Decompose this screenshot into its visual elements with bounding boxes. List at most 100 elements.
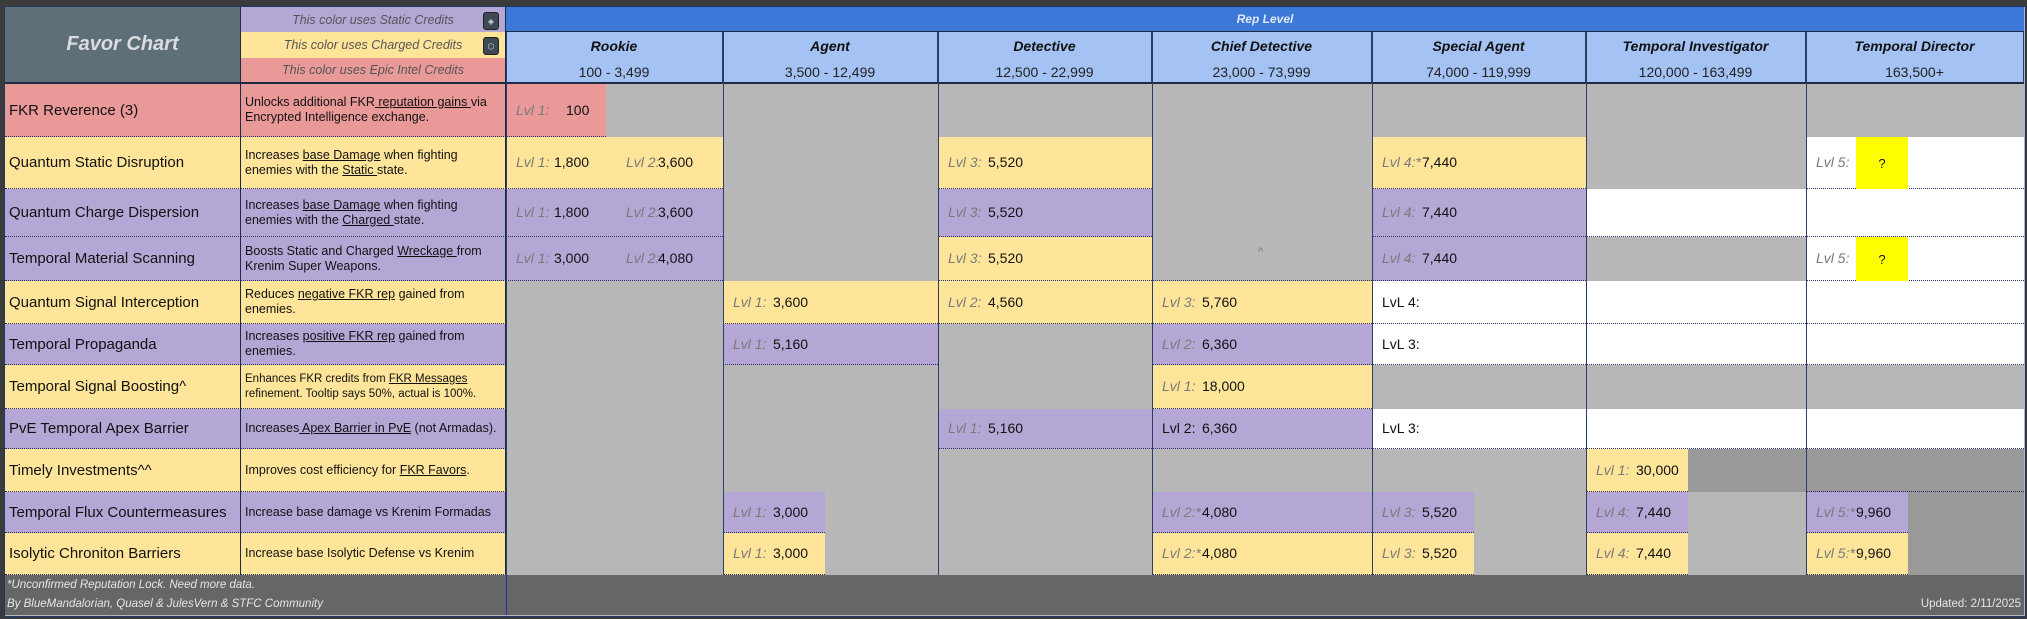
description-part: (not Armadas). xyxy=(411,421,497,435)
rank-name: Special Agent xyxy=(1432,38,1525,54)
level-cost: 5,760 xyxy=(1202,293,1238,310)
level-cost: 7,440 xyxy=(1636,503,1672,520)
level-label: Lvl 1: xyxy=(516,101,550,118)
level-label: Lvl 2: xyxy=(948,293,982,310)
level-cell: Lvl 3: 5,520 xyxy=(938,237,1152,281)
level-label: Lvl 3: xyxy=(948,204,982,220)
description-link: negative FKR rep xyxy=(297,287,396,301)
row-name: PvE Temporal Apex Barrier xyxy=(5,409,241,449)
description-text: Increase base damage vs Krenim Formadas xyxy=(245,505,491,520)
level-label: Lvl 2: xyxy=(1162,335,1196,352)
rank-range: 12,500 - 22,999 xyxy=(995,64,1094,80)
level-cell: LvL 3: xyxy=(1372,409,1586,449)
rank-range: 100 - 3,499 xyxy=(578,64,650,80)
level-label: Lvl 4: xyxy=(1596,545,1630,561)
level-cell xyxy=(1806,324,2024,365)
rank-name: Temporal Investigator xyxy=(1622,38,1769,54)
row-name: Quantum Charge Dispersion xyxy=(5,189,241,237)
row-description: Improves cost efficiency for FKR Favors. xyxy=(241,449,506,492)
description-text: Enhances FKR credits from FKR Messages r… xyxy=(245,372,501,402)
level-label: Lvl 1: xyxy=(516,154,550,170)
rank-name: Agent xyxy=(810,38,850,54)
level-cell xyxy=(1586,281,1806,324)
level-cell: LvL 4: xyxy=(1372,281,1586,324)
rank-name: Chief Detective xyxy=(1210,38,1313,54)
description-link: base Damage xyxy=(302,147,381,162)
level-label: Lvl 3: xyxy=(1382,503,1416,520)
rank-header: Temporal Investigator 120,000 - 163,499 xyxy=(1586,32,1806,84)
level-cell: Lvl 3: 5,520 xyxy=(1372,533,1474,575)
level-cost: 100 xyxy=(566,101,590,118)
level-cost: 4,560 xyxy=(988,293,1024,310)
level-cost: 18,000 xyxy=(1202,378,1245,394)
description-part: Increases xyxy=(245,329,303,343)
level-cell: Lvl 1: 30,000 xyxy=(1586,449,1688,492)
level-cost: 4,080 xyxy=(658,250,694,266)
level-cost: 7,440 xyxy=(1636,545,1672,561)
row-name: Timely Investments^^ xyxy=(5,449,241,492)
level-cell: Lvl 1: 18,000 xyxy=(1152,365,1372,409)
row-name: Quantum Signal Interception xyxy=(5,281,241,324)
level-cell: Lvl 2: 6,360 xyxy=(1152,409,1372,449)
legend-text: This color uses Epic Intel Credits xyxy=(281,63,464,77)
level-cell: Lvl 5:? xyxy=(1806,137,2024,189)
description-part: state. xyxy=(393,212,425,227)
level-label: Lvl 1: xyxy=(733,335,767,352)
description-link: positive FKR rep xyxy=(302,329,396,343)
level-label: Lvl 1: xyxy=(733,545,767,561)
level-cell: Lvl 4: 7,440 xyxy=(1372,237,1586,281)
level-cell: Lvl 5:* 9,960 xyxy=(1806,533,1908,575)
level-cell: Lvl 4: 7,440 xyxy=(1586,533,1688,575)
rank-header: Chief Detective 23,000 - 73,999 xyxy=(1152,32,1372,84)
level-label: Lvl 4: xyxy=(1382,250,1416,266)
column-divider xyxy=(506,32,507,575)
level-cell: Lvl 4: 7,440 xyxy=(1372,189,1586,237)
level-cell xyxy=(1586,409,1806,449)
level-label: Lvl 2: xyxy=(1162,420,1196,436)
rank-header: Special Agent 74,000 - 119,999 xyxy=(1372,32,1586,84)
level-cell xyxy=(1586,189,1806,237)
level-cost: 6,360 xyxy=(1202,335,1238,352)
description-link: Apex Barrier in PvE xyxy=(299,421,412,435)
rank-header: Detective 12,500 - 22,999 xyxy=(938,32,1152,84)
level-label: Lvl 5: xyxy=(1816,250,1850,266)
level-label: Lvl 3: xyxy=(948,250,982,266)
description-part: Increase base damage vs Krenim Formadas xyxy=(245,504,491,519)
level-cost: 5,160 xyxy=(988,420,1024,436)
row-description: Boosts Static and Charged Wreckage from … xyxy=(241,237,506,281)
row-name: FKR Reverence (3) xyxy=(5,84,241,137)
level-cell: Lvl 1: 5,160 xyxy=(723,324,938,365)
level-cell: Lvl 1: 100 xyxy=(506,84,606,137)
description-part: Reduces xyxy=(245,287,298,301)
level-cell: Lvl 2: 4,560 xyxy=(938,281,1152,324)
column-divider xyxy=(723,32,724,575)
level-cell: Lvl 2: 6,360 xyxy=(1152,324,1372,365)
level-cost: 3,000 xyxy=(773,503,809,520)
rank-name: Temporal Director xyxy=(1854,38,1975,54)
row-description: Increases base Damage when fighting enem… xyxy=(241,189,506,237)
row-name: Quantum Static Disruption xyxy=(5,137,241,189)
favor-chart-title: Favor Chart xyxy=(5,7,241,84)
level-label: Lvl 4: xyxy=(1382,204,1416,220)
column-divider xyxy=(938,32,939,575)
description-link: base Damage xyxy=(302,197,381,212)
unknown-cost: ? xyxy=(1856,137,1908,189)
rank-name: Detective xyxy=(1013,38,1076,54)
level-label: LvL 3: xyxy=(1382,335,1420,352)
level-label: Lvl 1: xyxy=(516,250,550,266)
level-cost: 6,360 xyxy=(1202,420,1238,436)
column-divider xyxy=(1152,32,1153,575)
rank-range: 74,000 - 119,999 xyxy=(1426,64,1531,80)
description-text: Increases base Damage when fighting enem… xyxy=(245,148,501,178)
legend-item: This color uses Epic Intel Credits xyxy=(241,58,506,84)
rank-range: 120,000 - 163,499 xyxy=(1638,64,1753,80)
level-cell: Lvl 1: 3,600 xyxy=(723,281,938,324)
level-cell xyxy=(1806,189,2024,237)
description-text: Reduces negative FKR rep gained from ene… xyxy=(245,287,501,317)
description-part: Increase base Isolytic Defense vs Krenim xyxy=(245,546,475,560)
level-cost: 30,000 xyxy=(1636,461,1679,478)
footer-updated: Updated: 2/11/2025 xyxy=(1920,598,2021,610)
legend-text: This color uses Charged Credits xyxy=(283,38,463,52)
description-part: state. xyxy=(377,162,408,177)
description-part: Enhances FKR credits from xyxy=(245,372,389,385)
